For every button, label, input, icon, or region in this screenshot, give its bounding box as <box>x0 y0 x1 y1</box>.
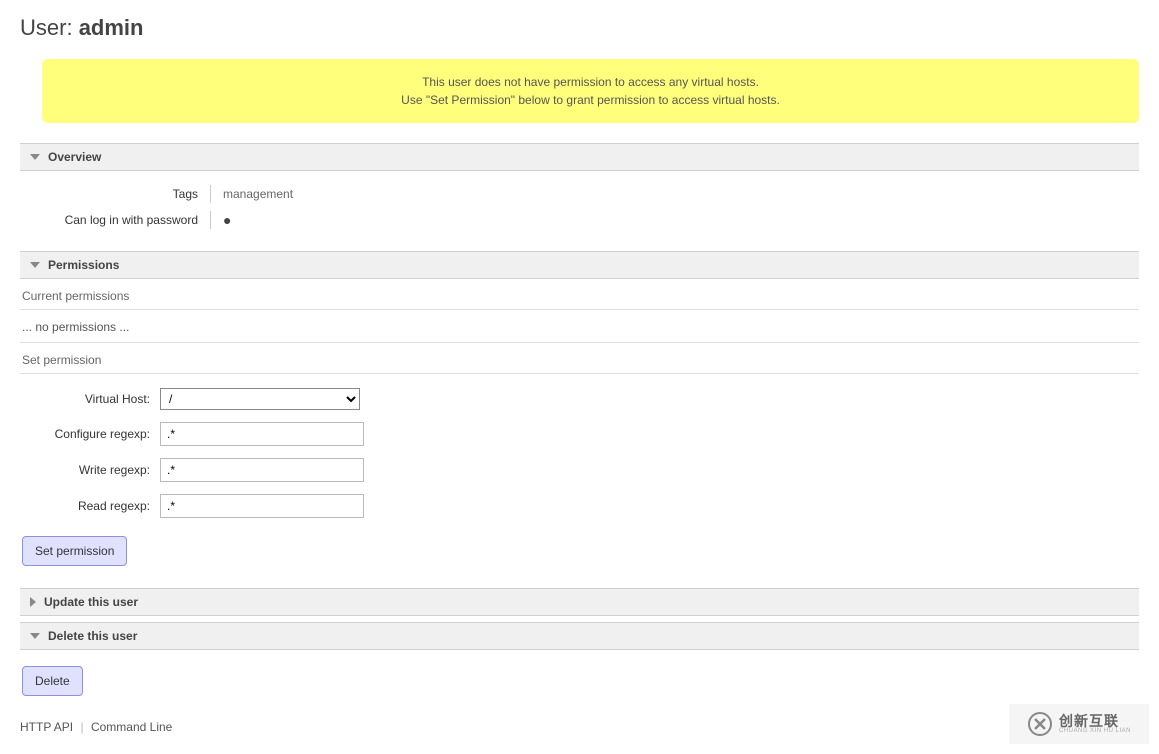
configure-label: Configure regexp: <box>20 427 160 441</box>
write-input[interactable] <box>160 458 364 482</box>
read-label: Read regexp: <box>20 499 160 513</box>
section-header-permissions[interactable]: Permissions <box>20 251 1139 279</box>
chevron-down-icon <box>30 633 40 639</box>
overview-content: Tags management Can log in with password… <box>20 181 1139 233</box>
warning-banner: This user does not have permission to ac… <box>42 59 1139 123</box>
http-api-link[interactable]: HTTP API <box>20 720 73 734</box>
tags-value: management <box>223 187 293 201</box>
footer-links: HTTP API | Command Line <box>20 720 1139 734</box>
page-title: User: admin <box>20 15 1139 41</box>
update-title: Update this user <box>44 595 138 609</box>
set-permission-title: Set permission <box>20 343 1139 374</box>
set-permission-button[interactable]: Set permission <box>22 536 127 566</box>
delete-title: Delete this user <box>48 629 137 643</box>
permission-form: Virtual Host: / Configure regexp: Write … <box>20 388 1139 518</box>
permissions-title: Permissions <box>48 258 119 272</box>
logo-text: 创新互联 <box>1059 714 1131 728</box>
warning-line2: Use "Set Permission" below to grant perm… <box>72 91 1109 109</box>
title-username: admin <box>79 15 144 40</box>
section-header-update[interactable]: Update this user <box>20 588 1139 616</box>
no-permissions-text: ... no permissions ... <box>20 310 1139 343</box>
vhost-label: Virtual Host: <box>20 392 160 406</box>
section-header-delete[interactable]: Delete this user <box>20 622 1139 650</box>
command-line-link[interactable]: Command Line <box>91 720 172 734</box>
overview-title: Overview <box>48 150 101 164</box>
warning-line1: This user does not have permission to ac… <box>72 73 1109 91</box>
logo-subtext: CHUANG XIN HU LIAN <box>1059 728 1131 734</box>
login-label: Can log in with password <box>20 213 210 227</box>
section-header-overview[interactable]: Overview <box>20 143 1139 171</box>
logo-icon <box>1027 711 1053 737</box>
read-input[interactable] <box>160 494 364 518</box>
tags-label: Tags <box>20 187 210 201</box>
title-prefix: User: <box>20 15 79 40</box>
brand-logo: 创新互联 CHUANG XIN HU LIAN <box>1009 704 1149 744</box>
chevron-down-icon <box>30 154 40 160</box>
chevron-down-icon <box>30 262 40 268</box>
configure-input[interactable] <box>160 422 364 446</box>
chevron-right-icon <box>30 597 36 607</box>
write-label: Write regexp: <box>20 463 160 477</box>
current-permissions-title: Current permissions <box>20 279 1139 310</box>
login-value: ● <box>223 212 231 228</box>
delete-button[interactable]: Delete <box>22 666 83 696</box>
vhost-select[interactable]: / <box>160 388 360 410</box>
